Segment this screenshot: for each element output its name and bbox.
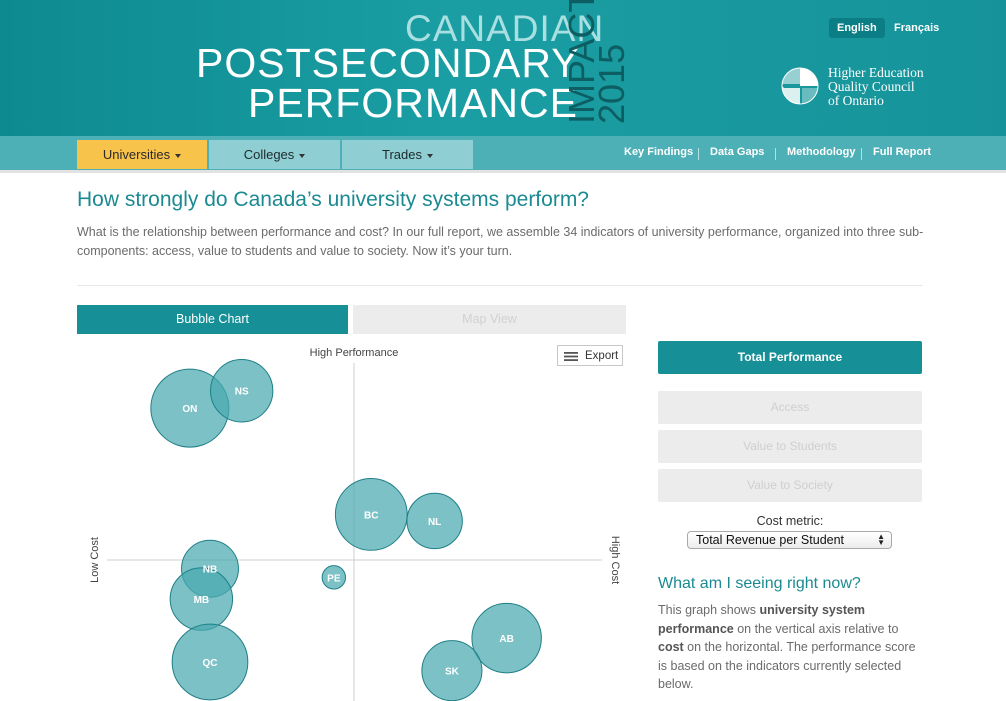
bubble-series: ON NS BC NL PE NB MB QC AB SK [150,359,542,701]
seeing-text-3: on the horizontal. The performance score… [658,640,916,691]
chevron-down-icon [426,153,433,158]
nav-link-key-findings[interactable]: Key Findings [624,146,693,158]
tab-bubble-chart[interactable]: Bubble Chart [77,305,348,334]
export-label: Export [585,350,619,362]
nav-divider [775,148,776,160]
bubble-label-bc: BC [364,510,378,521]
cost-metric-select[interactable]: Total Revenue per Student ▲ ▼ [687,531,892,549]
bubble-chart: High Performance Low Cost High Cost ON NS… [89,347,621,701]
tab-trades[interactable]: Trades [342,140,473,169]
seeing-text-1: This graph shows [658,603,760,617]
tab-colleges[interactable]: Colleges [209,140,340,169]
bubble-label-qc: QC [203,658,218,669]
tab-universities-label: Universities [102,147,171,162]
nav-divider [698,148,699,160]
title-year-vertical: 2015 [591,43,632,124]
total-performance-button[interactable]: Total Performance [658,341,922,374]
heqco-name: Higher Education Quality Council of Onta… [828,66,924,108]
bubble-label-mb: MB [194,595,210,606]
tab-colleges-label: Colleges [243,147,295,162]
cost-metric-value: Total Revenue per Student [696,533,845,547]
lang-french-link[interactable]: Français [886,18,947,38]
value-to-students-button[interactable]: Value to Students [658,430,922,463]
cost-metric-label: Cost metric: [756,514,824,528]
select-arrows-icon: ▲ ▼ [877,532,885,547]
bubble-label-nl: NL [428,517,441,528]
divider [77,285,923,286]
page-title: How strongly do Canada’s university syst… [77,188,589,211]
nav-link-full-report[interactable]: Full Report [873,146,931,158]
x-axis-right-label: High Cost [609,536,621,584]
access-button[interactable]: Access [658,391,922,424]
menu-icon [564,352,578,361]
nav-divider [861,148,862,160]
seeing-text-2: on the vertical axis relative to [733,621,899,636]
heqco-name-line3: of Ontario [828,93,884,108]
intro-paragraph: What is the relationship between perform… [77,225,924,258]
site-header: CANADIAN POSTSECONDARY PERFORMANCE IMPAC… [0,0,1006,136]
export-button[interactable]: Export [557,345,623,366]
nav-link-data-gaps[interactable]: Data Gaps [710,146,764,158]
bubble-label-pe: PE [327,573,341,584]
value-to-society-button[interactable]: Value to Society [658,469,922,502]
seeing-heading: What am I seeing right now? [658,575,861,592]
title-performance: PERFORMANCE [248,80,578,126]
tab-trades-label: Trades [382,147,422,162]
seeing-emphasis-cost: cost [658,640,684,654]
heqco-name-line1: Higher Education [828,65,924,80]
bubble-label-sk: SK [445,667,460,678]
heqco-name-line2: Quality Council [828,79,915,94]
x-axis-left-label: Low Cost [89,537,101,583]
tab-universities[interactable]: Universities [77,140,207,169]
nav-link-methodology[interactable]: Methodology [787,146,855,158]
seeing-description: This graph shows university system perfo… [658,601,923,694]
bubble-label-ab: AB [499,634,513,645]
lang-english-link[interactable]: English [829,18,885,38]
main-nav: Universities Colleges Trades Key Finding… [0,136,1006,173]
y-axis-top-label: High Performance [310,347,399,359]
heqco-logo-icon [781,67,819,105]
bubble-label-on: ON [182,404,197,415]
tab-map-view[interactable]: Map View [353,305,626,334]
chevron-down-icon [175,153,182,158]
bubble-label-ns: NS [235,387,249,398]
chevron-down-icon [299,153,306,158]
bubble-label-nb: NB [203,565,217,576]
